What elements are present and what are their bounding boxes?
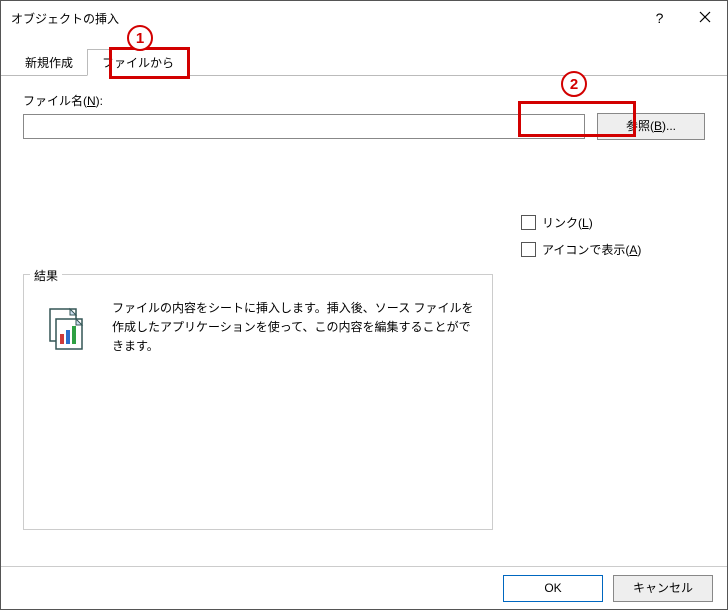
dialog-window: オブジェクトの挿入 ? 1 2 新規作成 ファイルから ファイル名(N): [0, 0, 728, 610]
tab-strip: 新規作成 ファイルから [1, 49, 727, 76]
checkbox-link-row[interactable]: リンク(L) [521, 214, 641, 231]
checkbox-asicon-label: アイコンで表示(A) [542, 241, 641, 258]
help-button[interactable]: ? [637, 1, 682, 35]
browse-button[interactable]: 参照(B)... [597, 113, 705, 140]
embed-file-icon [42, 305, 90, 353]
titlebar: オブジェクトの挿入 ? [1, 1, 727, 35]
tab-body: ファイル名(N): 参照(B)... リンク(L) ア [1, 76, 727, 566]
tab-from-file[interactable]: ファイルから [87, 49, 189, 76]
result-body: ファイルの内容をシートに挿入します。挿入後、ソース ファイルを作成したアプリケー… [24, 275, 492, 381]
cancel-button[interactable]: キャンセル [613, 575, 713, 602]
dialog-footer: OK キャンセル [1, 566, 727, 609]
result-legend: 結果 [30, 267, 62, 284]
window-title: オブジェクトの挿入 [11, 10, 637, 27]
result-group: 結果 ファイルの内容をシートに挿入します。挿入後、ソース [23, 274, 493, 530]
close-icon [699, 10, 711, 26]
annotation-marker-1: 1 [127, 25, 153, 51]
dialog-content: 1 2 新規作成 ファイルから ファイル名(N): 参照(B)... [1, 35, 727, 566]
checkbox-asicon[interactable] [521, 242, 536, 257]
checkbox-link[interactable] [521, 215, 536, 230]
file-row: 参照(B)... [23, 113, 705, 140]
filename-label: ファイル名(N): [23, 92, 705, 109]
filename-input[interactable] [23, 114, 585, 139]
checkbox-asicon-row[interactable]: アイコンで表示(A) [521, 241, 641, 258]
tab-new[interactable]: 新規作成 [11, 50, 87, 75]
ok-button[interactable]: OK [503, 575, 603, 602]
help-icon: ? [656, 10, 664, 26]
annotation-marker-2: 2 [561, 71, 587, 97]
checkbox-group: リンク(L) アイコンで表示(A) [521, 214, 641, 258]
checkbox-link-label: リンク(L) [542, 214, 593, 231]
result-text: ファイルの内容をシートに挿入します。挿入後、ソース ファイルを作成したアプリケー… [112, 299, 474, 357]
close-button[interactable] [682, 1, 727, 35]
